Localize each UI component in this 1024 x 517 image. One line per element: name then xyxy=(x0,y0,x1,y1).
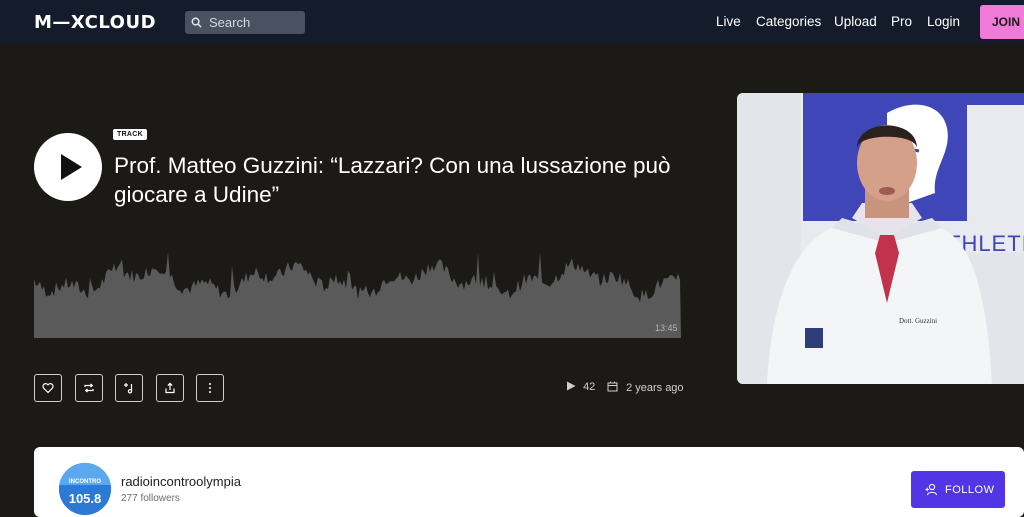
join-button[interactable]: JOIN xyxy=(980,5,1024,39)
add-to-playlist-button[interactable] xyxy=(115,374,143,402)
nav-pro[interactable]: Pro xyxy=(891,14,912,29)
add-to-playlist-icon xyxy=(124,383,133,394)
nav-live[interactable]: Live xyxy=(716,14,741,29)
radio-logo: INCONTRO 105.8 xyxy=(59,463,111,515)
repost-icon xyxy=(84,383,94,393)
play-count: 42 xyxy=(566,381,595,393)
favorite-button[interactable] xyxy=(34,374,62,402)
doctor-photo: THLETIC er Dott. Guzzini xyxy=(737,93,1024,384)
nav-categories[interactable]: Categories xyxy=(756,14,821,29)
more-options-button[interactable] xyxy=(196,374,224,402)
search-icon xyxy=(191,17,202,28)
nav-upload[interactable]: Upload xyxy=(834,14,877,29)
search-input[interactable] xyxy=(209,13,299,31)
top-navigation-bar: M—XCLOUD Live Categories Upload Pro Logi… xyxy=(0,0,1024,44)
share-icon xyxy=(165,382,175,394)
share-button[interactable] xyxy=(156,374,184,402)
repost-button[interactable] xyxy=(75,374,103,402)
upload-age: 2 years ago xyxy=(607,381,684,394)
track-duration: 13:45 xyxy=(655,323,678,333)
add-user-icon xyxy=(925,483,938,496)
play-count-icon xyxy=(567,381,576,391)
uploader-avatar[interactable]: INCONTRO 105.8 xyxy=(59,463,111,515)
avatar-frequency: 105.8 xyxy=(69,491,102,506)
search-box[interactable] xyxy=(185,11,305,34)
avatar-text-top: INCONTRO xyxy=(69,479,101,485)
play-button[interactable] xyxy=(34,133,102,201)
play-icon xyxy=(61,154,82,180)
play-count-value: 42 xyxy=(583,381,596,393)
nav-login[interactable]: Login xyxy=(927,14,960,29)
track-type-badge: TRACK xyxy=(113,129,147,140)
track-cover-image: THLETIC er Dott. Guzzini xyxy=(737,93,1024,384)
track-title: Prof. Matteo Guzzini: “Lazzari? Con una … xyxy=(114,153,671,207)
more-icon xyxy=(209,383,211,393)
uploader-followers: 277 followers xyxy=(121,493,180,504)
upload-age-value: 2 years ago xyxy=(626,382,684,394)
uploader-name[interactable]: radioincontroolympia xyxy=(121,474,241,489)
heart-icon xyxy=(42,383,54,394)
follow-button[interactable]: FOLLOW xyxy=(911,471,1005,508)
coat-label: Dott. Guzzini xyxy=(899,317,937,325)
calendar-icon xyxy=(607,381,618,392)
waveform[interactable] xyxy=(34,245,681,338)
mixcloud-logo[interactable]: M—XCLOUD xyxy=(34,12,156,33)
follow-label: FOLLOW xyxy=(945,484,995,496)
